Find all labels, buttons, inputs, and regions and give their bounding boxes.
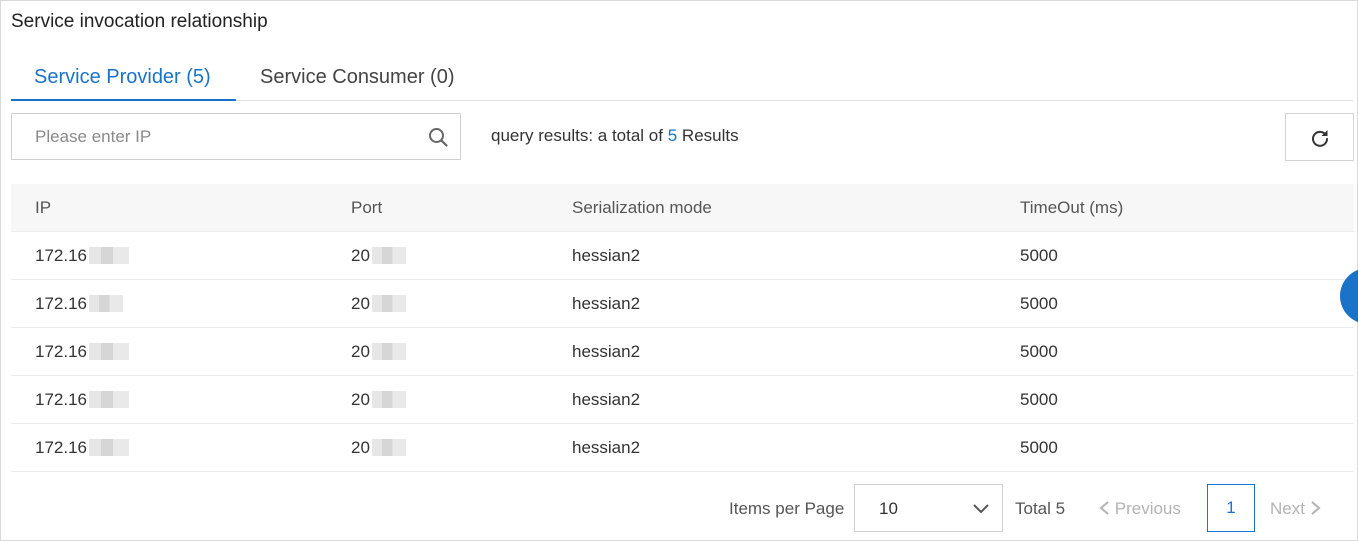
masked-port-part bbox=[371, 439, 406, 456]
provider-table: IP Port Serialization mode TimeOut (ms) … bbox=[11, 184, 1354, 472]
column-header-port: Port bbox=[351, 198, 383, 217]
cell-ip: 172.16 bbox=[35, 390, 129, 410]
results-prefix: query results: a total of bbox=[491, 126, 663, 145]
cell-ip: 172.16 bbox=[35, 342, 129, 362]
page-size-value: 10 bbox=[879, 499, 898, 518]
table-row: 172.16 20 hessian2 5000 bbox=[11, 328, 1354, 376]
cell-timeout: 5000 bbox=[1020, 294, 1058, 313]
items-per-page-label: Items per Page bbox=[729, 499, 845, 518]
tab-service-provider[interactable]: Service Provider (5) bbox=[34, 66, 211, 89]
cell-serialization: hessian2 bbox=[572, 438, 641, 457]
table-row: 172.16 20 hessian2 5000 bbox=[11, 232, 1354, 280]
masked-ip-part bbox=[89, 295, 123, 312]
chevron-right-icon bbox=[1311, 501, 1321, 515]
table-row: 172.16 20 hessian2 5000 bbox=[11, 424, 1354, 472]
refresh-icon bbox=[1312, 130, 1328, 147]
ip-value: 172.16 bbox=[35, 294, 87, 313]
next-label: Next bbox=[1270, 499, 1305, 518]
page-size-select[interactable]: 10 bbox=[854, 484, 1003, 532]
cell-port: 20 bbox=[351, 438, 406, 458]
results-suffix: Results bbox=[681, 126, 739, 145]
masked-port-part bbox=[371, 247, 406, 264]
previous-label: Previous bbox=[1114, 499, 1181, 518]
tab-service-consumer[interactable]: Service Consumer (0) bbox=[260, 66, 455, 89]
cell-timeout: 5000 bbox=[1020, 390, 1058, 409]
query-results: query results: a total of 5 Results bbox=[491, 126, 739, 146]
port-value: 20 bbox=[351, 294, 370, 313]
column-header-serialization: Serialization mode bbox=[572, 198, 712, 217]
search-input[interactable] bbox=[12, 114, 412, 159]
masked-ip-part bbox=[89, 247, 129, 264]
cell-serialization: hessian2 bbox=[572, 246, 641, 265]
port-value: 20 bbox=[351, 438, 370, 457]
cell-ip: 172.16 bbox=[35, 438, 129, 458]
cell-timeout: 5000 bbox=[1020, 246, 1058, 265]
ip-value: 172.16 bbox=[35, 342, 87, 361]
masked-port-part bbox=[371, 295, 406, 312]
column-header-ip: IP bbox=[35, 198, 52, 217]
table-row: 172.16 20 hessian2 5000 bbox=[11, 280, 1354, 328]
cell-serialization: hessian2 bbox=[572, 294, 641, 313]
port-value: 20 bbox=[351, 390, 370, 409]
cell-serialization: hessian2 bbox=[572, 390, 641, 409]
column-header-timeout: TimeOut (ms) bbox=[1020, 198, 1124, 217]
cell-port: 20 bbox=[351, 246, 406, 266]
tab-bar: Service Provider (5) Service Consumer (0… bbox=[11, 58, 1354, 101]
masked-ip-part bbox=[89, 391, 129, 408]
masked-ip-part bbox=[89, 343, 129, 360]
total-count: Total 5 bbox=[1015, 499, 1066, 518]
cell-port: 20 bbox=[351, 390, 406, 410]
active-tab-indicator bbox=[11, 99, 236, 101]
page-number-current[interactable]: 1 bbox=[1207, 484, 1255, 532]
results-count: 5 bbox=[667, 126, 678, 145]
table-row: 172.16 20 hessian2 5000 bbox=[11, 376, 1354, 424]
cell-timeout: 5000 bbox=[1020, 342, 1058, 361]
cell-port: 20 bbox=[351, 342, 406, 362]
cell-timeout: 5000 bbox=[1020, 438, 1058, 457]
masked-port-part bbox=[371, 343, 406, 360]
cell-serialization: hessian2 bbox=[572, 342, 641, 361]
masked-ip-part bbox=[89, 439, 129, 456]
previous-page-button[interactable]: Previous bbox=[1098, 499, 1181, 519]
masked-port-part bbox=[371, 391, 406, 408]
refresh-button[interactable] bbox=[1285, 113, 1354, 161]
table-header: IP Port Serialization mode TimeOut (ms) bbox=[11, 184, 1354, 232]
cell-ip: 172.16 bbox=[35, 294, 123, 314]
search-box bbox=[11, 113, 461, 160]
chevron-left-icon bbox=[1099, 501, 1109, 515]
port-value: 20 bbox=[351, 342, 370, 361]
chevron-down-icon bbox=[973, 504, 989, 514]
cell-port: 20 bbox=[351, 294, 406, 314]
ip-value: 172.16 bbox=[35, 246, 87, 265]
ip-value: 172.16 bbox=[35, 390, 87, 409]
ip-value: 172.16 bbox=[35, 438, 87, 457]
next-page-button[interactable]: Next bbox=[1270, 499, 1322, 519]
cell-ip: 172.16 bbox=[35, 246, 129, 266]
panel-title: Service invocation relationship bbox=[11, 11, 268, 32]
port-value: 20 bbox=[351, 246, 370, 265]
search-icon[interactable] bbox=[428, 127, 448, 147]
